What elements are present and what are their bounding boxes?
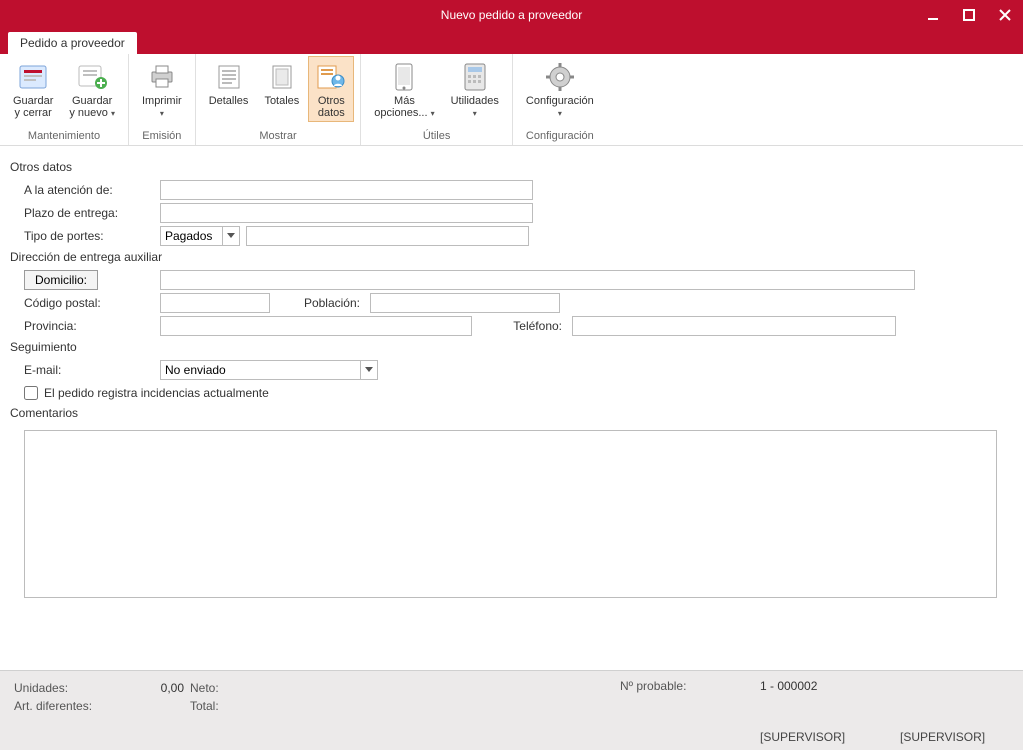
window-title: Nuevo pedido a proveedor	[441, 8, 582, 22]
chevron-down-icon: ▾	[431, 109, 435, 118]
ribbon-group-configuracion: Configuración▾ Configuración	[513, 54, 607, 145]
neto-label: Neto:	[184, 681, 219, 695]
portes-label: Tipo de portes:	[10, 229, 160, 243]
print-icon	[147, 63, 177, 91]
plazo-label: Plazo de entrega:	[10, 206, 160, 220]
incidencias-label: El pedido registra incidencias actualmen…	[44, 386, 269, 400]
section-title-comentarios: Comentarios	[10, 406, 1013, 420]
email-combo[interactable]	[160, 360, 378, 380]
ribbon-group-label: Configuración	[519, 130, 601, 145]
gear-icon	[545, 62, 575, 92]
supervisor-2: [SUPERVISOR]	[900, 730, 985, 744]
portes-combo[interactable]	[160, 226, 240, 246]
titlebar: Nuevo pedido a proveedor	[0, 0, 1023, 30]
detalles-button[interactable]: Detalles	[202, 56, 256, 110]
close-icon	[999, 9, 1011, 21]
save-close-icon	[17, 63, 49, 91]
totals-icon	[268, 63, 296, 91]
chevron-down-icon: ▾	[558, 109, 562, 118]
poblacion-label: Población:	[270, 296, 370, 310]
artdif-label: Art. diferentes:	[14, 699, 124, 713]
details-icon	[215, 63, 243, 91]
close-button[interactable]	[987, 0, 1023, 30]
ribbon-group-mostrar: Detalles Totales Otrosdatos Mostrar	[196, 54, 362, 145]
tabbar: Pedido a proveedor	[0, 30, 1023, 54]
ribbon-group-emision: Imprimir▾ Emisión	[129, 54, 196, 145]
ribbon-group-mantenimiento: Guardary cerrar Guardary nuevo ▾ Manteni…	[0, 54, 129, 145]
phone-icon	[393, 62, 415, 92]
mas-opciones-button[interactable]: Másopciones... ▾	[367, 56, 441, 122]
domicilio-button[interactable]: Domicilio:	[24, 270, 98, 290]
configuracion-button[interactable]: Configuración▾	[519, 56, 601, 122]
cp-label: Código postal:	[10, 296, 160, 310]
calculator-icon	[462, 62, 488, 92]
supervisor-1: [SUPERVISOR]	[760, 730, 845, 744]
content-area: Otros datos A la atención de: Plazo de e…	[0, 146, 1023, 670]
provincia-label: Provincia:	[10, 319, 160, 333]
domicilio-input[interactable]	[160, 270, 915, 290]
probable-label: Nº probable:	[620, 679, 686, 693]
totales-button[interactable]: Totales	[257, 56, 306, 110]
utilidades-button[interactable]: Utilidades▾	[444, 56, 506, 122]
portes-combo-input[interactable]	[160, 226, 222, 246]
email-combo-input[interactable]	[160, 360, 360, 380]
tab-pedido-proveedor[interactable]: Pedido a proveedor	[8, 32, 137, 54]
atencion-label: A la atención de:	[10, 183, 160, 197]
unidades-value: 0,00	[124, 681, 184, 695]
plazo-input[interactable]	[160, 203, 533, 223]
other-data-icon	[316, 63, 346, 91]
otros-datos-button[interactable]: Otrosdatos	[308, 56, 354, 122]
portes-extra-input[interactable]	[246, 226, 529, 246]
telefono-input[interactable]	[572, 316, 896, 336]
probable-value: 1 - 000002	[760, 679, 817, 693]
window-controls	[915, 0, 1023, 30]
ribbon-group-label: Mantenimiento	[6, 130, 122, 145]
save-new-icon	[76, 63, 108, 91]
section-title-otros-datos: Otros datos	[10, 160, 1013, 174]
telefono-label: Teléfono:	[472, 319, 572, 333]
ribbon-group-label: Emisión	[135, 130, 189, 145]
chevron-down-icon: ▾	[473, 109, 477, 118]
portes-combo-button[interactable]	[222, 226, 240, 246]
status-footer: Unidades: 0,00 Neto: Art. diferentes: To…	[0, 670, 1023, 750]
provincia-input[interactable]	[160, 316, 472, 336]
ribbon-group-label: Mostrar	[202, 130, 355, 145]
chevron-down-icon: ▾	[111, 109, 115, 118]
imprimir-button[interactable]: Imprimir▾	[135, 56, 189, 122]
ribbon: Guardary cerrar Guardary nuevo ▾ Manteni…	[0, 54, 1023, 146]
incidencias-checkbox-row[interactable]: El pedido registra incidencias actualmen…	[10, 386, 1013, 400]
email-label: E-mail:	[10, 363, 160, 377]
chevron-down-icon: ▾	[160, 109, 164, 118]
total-label: Total:	[184, 699, 219, 713]
poblacion-input[interactable]	[370, 293, 560, 313]
maximize-button[interactable]	[951, 0, 987, 30]
email-combo-button[interactable]	[360, 360, 378, 380]
guardar-cerrar-button[interactable]: Guardary cerrar	[6, 56, 60, 122]
chevron-down-icon	[365, 367, 373, 373]
guardar-nuevo-button[interactable]: Guardary nuevo ▾	[62, 56, 122, 122]
minimize-icon	[927, 9, 939, 21]
ribbon-group-label: Útiles	[367, 130, 506, 145]
section-title-direccion: Dirección de entrega auxiliar	[10, 250, 1013, 264]
section-title-seguimiento: Seguimiento	[10, 340, 1013, 354]
cp-input[interactable]	[160, 293, 270, 313]
ribbon-group-utiles: Másopciones... ▾ Utilidades▾ Útiles	[361, 54, 513, 145]
unidades-label: Unidades:	[14, 681, 124, 695]
comentarios-textarea[interactable]	[24, 430, 997, 598]
chevron-down-icon	[227, 233, 235, 239]
incidencias-checkbox[interactable]	[24, 386, 38, 400]
maximize-icon	[963, 9, 975, 21]
minimize-button[interactable]	[915, 0, 951, 30]
atencion-input[interactable]	[160, 180, 533, 200]
